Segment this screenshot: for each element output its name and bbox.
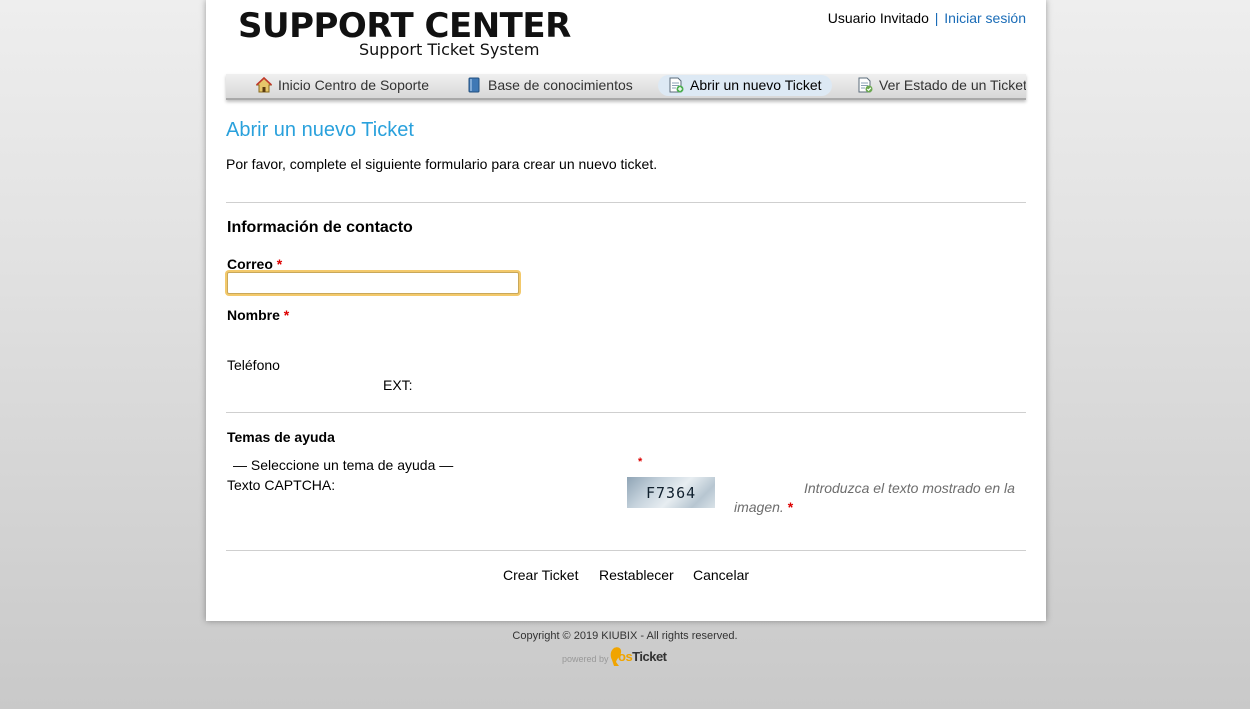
create-ticket-button[interactable]: Crear Ticket — [503, 567, 578, 583]
required-mark: * — [283, 307, 290, 323]
logo[interactable]: SUPPORT CENTER Support Ticket System — [238, 6, 571, 62]
nav-item-label: Inicio Centro de Soporte — [278, 77, 429, 93]
help-topics-heading: Temas de ayuda — [227, 429, 335, 445]
login-link[interactable]: Iniciar sesión — [944, 10, 1026, 26]
guest-user-label: Usuario Invitado — [827, 10, 929, 26]
nav-item-new-ticket[interactable]: Abrir un nuevo Ticket — [658, 75, 832, 96]
logo-subtitle: Support Ticket System — [359, 40, 540, 59]
name-label: Nombre * — [227, 307, 289, 323]
osticket-brand: osTicket — [618, 649, 667, 664]
nav-item-home[interactable]: Inicio Centro de Soporte — [256, 75, 439, 96]
powered-by-logo[interactable]: powered by osTicket — [562, 646, 682, 668]
phone-label: Teléfono — [227, 357, 280, 373]
captcha-label: Texto CAPTCHA: — [227, 477, 336, 493]
required-mark: * — [787, 499, 794, 515]
powered-by-text: powered by — [562, 654, 609, 664]
captcha-image: F7364 — [627, 477, 715, 508]
captcha-hint: Introduzca el texto mostrado en la image… — [734, 479, 1026, 517]
ticket-status-icon — [858, 77, 873, 93]
required-mark: * — [276, 256, 283, 272]
nav-item-label: Ver Estado de un Ticket — [879, 77, 1026, 93]
help-topic-select[interactable]: — Seleccione un tema de ayuda — — [233, 457, 453, 473]
contact-heading: Información de contacto — [227, 219, 413, 236]
cancel-button[interactable]: Cancelar — [693, 567, 749, 583]
name-label-text: Nombre — [227, 307, 280, 323]
ext-label: EXT: — [383, 377, 413, 393]
new-ticket-icon — [669, 77, 684, 93]
page-title: Abrir un nuevo Ticket — [226, 119, 414, 141]
captcha-code: F7364 — [646, 484, 697, 502]
divider — [226, 412, 1026, 413]
main-nav: Inicio Centro de Soporte Base de conocim… — [226, 74, 1026, 100]
email-field[interactable] — [227, 272, 519, 294]
nav-item-ticket-status[interactable]: Ver Estado de un Ticket — [857, 75, 1026, 96]
reset-button[interactable]: Restablecer — [599, 567, 674, 583]
nav-item-label: Base de conocimientos — [488, 77, 633, 93]
intro-text: Por favor, complete el siguiente formula… — [226, 156, 658, 172]
required-mark: * — [638, 456, 643, 468]
email-label: Correo * — [227, 256, 282, 272]
footer-copyright: Copyright © 2019 KIUBIX - All rights res… — [512, 630, 738, 642]
nav-item-label: Abrir un nuevo Ticket — [690, 77, 822, 93]
home-icon — [256, 77, 272, 93]
page-container: SUPPORT CENTER Support Ticket System Usu… — [206, 0, 1046, 621]
captcha-hint-text: Introduzca el texto mostrado en la image… — [734, 480, 1015, 515]
user-bar-separator: | — [934, 10, 939, 26]
email-label-text: Correo — [227, 256, 273, 272]
divider — [226, 550, 1026, 551]
nav-item-knowledgebase[interactable]: Base de conocimientos — [466, 75, 643, 96]
book-icon — [468, 77, 480, 93]
user-bar: Usuario Invitado | Iniciar sesión — [828, 10, 1026, 26]
divider — [226, 202, 1026, 203]
